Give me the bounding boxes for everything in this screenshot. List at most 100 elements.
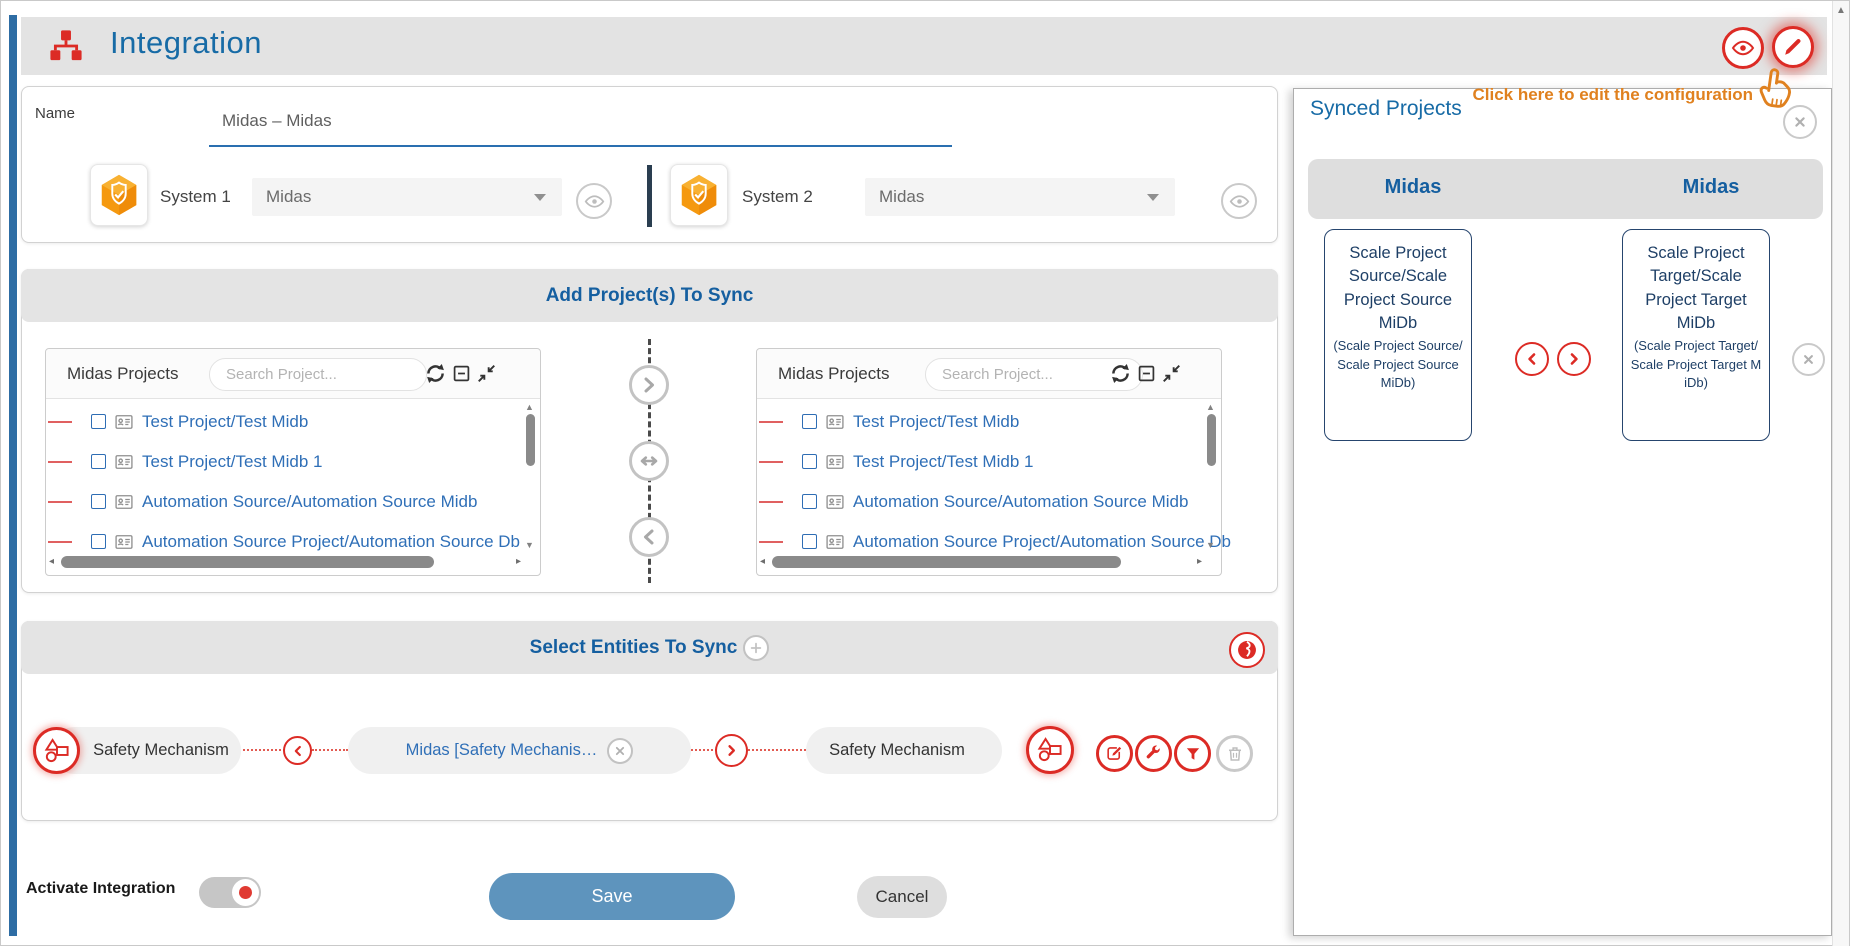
project-list-item[interactable]: Automation Source/Automation Source Midb [757, 482, 1221, 522]
clear-mapping-button[interactable] [607, 738, 633, 764]
name-label: Name [35, 105, 75, 122]
system1-label: System 1 [160, 187, 231, 207]
swap-button[interactable] [629, 441, 669, 481]
scroll-down-icon[interactable]: ▼ [1206, 540, 1215, 550]
project-card-icon [825, 412, 845, 432]
scroll-up-icon[interactable]: ▲ [1836, 5, 1846, 16]
close-icon [1792, 114, 1808, 130]
mapping-connector [691, 749, 717, 751]
chevron-left-icon [638, 526, 660, 548]
project-list-item[interactable]: Test Project/Test Midb [46, 402, 540, 442]
project-checkbox[interactable] [91, 494, 106, 509]
scrollbar-thumb[interactable] [526, 414, 535, 466]
project-checkbox[interactable] [91, 414, 106, 429]
system2-select[interactable]: Midas [865, 178, 1175, 216]
project-checkbox[interactable] [91, 454, 106, 469]
scroll-left-icon[interactable]: ◂ [49, 556, 54, 567]
project-item-label[interactable]: Test Project/Test Midb 1 [853, 452, 1033, 472]
configure-entity-button[interactable] [1135, 735, 1172, 772]
shield-cube-icon [676, 172, 722, 218]
add-entity-button[interactable] [743, 635, 769, 661]
add-projects-header: Add Project(s) To Sync [21, 269, 1278, 322]
scrollbar-thumb[interactable] [1207, 414, 1216, 466]
scroll-up-icon[interactable]: ▲ [1206, 402, 1215, 412]
system1-preview-button[interactable] [576, 183, 612, 219]
move-right-button[interactable] [629, 365, 669, 405]
synced-source-card: Scale Project Source/Scale Project Sourc… [1324, 229, 1472, 441]
scroll-right-icon[interactable]: ▸ [1197, 556, 1202, 567]
project-item-label[interactable]: Test Project/Test Midb 1 [142, 452, 322, 472]
target-projects-listbox: Midas Projects Test Project/Test Midb Te… [756, 348, 1222, 576]
project-item-label[interactable]: Automation Source Project/Automation Sou… [853, 532, 1231, 552]
scroll-left-icon[interactable]: ◂ [760, 556, 765, 567]
project-list-item[interactable]: Test Project/Test Midb [757, 402, 1221, 442]
horizontal-scrollbar[interactable]: ◂ ▸ [760, 554, 1202, 570]
project-checkbox[interactable] [802, 534, 817, 549]
project-checkbox[interactable] [802, 414, 817, 429]
plus-icon [748, 640, 764, 656]
synced-source-name: Scale Project Source/Scale Project Sourc… [1332, 242, 1464, 336]
page-scrollbar[interactable]: ▲ [1832, 1, 1849, 946]
scroll-down-icon[interactable]: ▼ [525, 540, 534, 550]
vertical-scrollbar[interactable]: ▲ ▼ [524, 402, 537, 550]
scrollbar-thumb[interactable] [61, 556, 434, 568]
compress-icon[interactable] [477, 364, 496, 383]
refresh-icon[interactable] [425, 363, 446, 384]
entity-type-icon-right [1026, 726, 1074, 774]
filter-entity-button[interactable] [1174, 735, 1211, 772]
target-projects-toolbar: Midas Projects [757, 349, 1221, 399]
global-mapping-button[interactable] [1229, 632, 1265, 668]
system2-selected-value: Midas [879, 187, 924, 207]
source-project-search-input[interactable] [209, 358, 427, 391]
page-header: Integration [21, 17, 1827, 75]
map-left-button[interactable] [283, 736, 312, 765]
tree-dash [48, 421, 72, 423]
move-left-button[interactable] [629, 517, 669, 557]
cancel-button[interactable]: Cancel [857, 876, 947, 918]
scrollbar-thumb[interactable] [772, 556, 1121, 568]
edit-entity-button[interactable] [1096, 735, 1133, 772]
project-checkbox[interactable] [802, 454, 817, 469]
scroll-right-icon[interactable]: ▸ [516, 556, 521, 567]
project-item-label[interactable]: Automation Source/Automation Source Midb [142, 492, 477, 512]
project-item-label[interactable]: Automation Source/Automation Source Midb [853, 492, 1188, 512]
vertical-scrollbar[interactable]: ▲ ▼ [1205, 402, 1218, 550]
save-button[interactable]: Save [489, 873, 735, 920]
sync-left-button[interactable] [1515, 342, 1549, 376]
project-item-label[interactable]: Test Project/Test Midb [142, 412, 308, 432]
remove-synced-pair-button[interactable] [1792, 343, 1825, 376]
project-list-item[interactable]: Test Project/Test Midb 1 [46, 442, 540, 482]
eye-icon [1229, 191, 1250, 212]
project-checkbox[interactable] [91, 534, 106, 549]
entities-title: Select Entities To Sync [530, 637, 738, 659]
system1-select[interactable]: Midas [252, 178, 562, 216]
name-value[interactable]: Midas – Midas [222, 111, 332, 131]
collapse-all-icon[interactable] [1137, 364, 1156, 383]
project-checkbox[interactable] [802, 494, 817, 509]
activate-integration-toggle[interactable] [199, 877, 261, 908]
compress-icon[interactable] [1162, 364, 1181, 383]
mapping-connector [748, 749, 806, 751]
sync-right-button[interactable] [1557, 342, 1591, 376]
eye-icon [584, 191, 605, 212]
project-item-label[interactable]: Automation Source Project/Automation Sou… [142, 532, 520, 552]
map-right-button[interactable] [715, 734, 748, 767]
delete-entity-button[interactable] [1216, 735, 1253, 772]
tree-dash [759, 541, 783, 543]
project-item-label[interactable]: Test Project/Test Midb [853, 412, 1019, 432]
target-entity-pill[interactable]: Safety Mechanism [806, 727, 1002, 774]
synced-target-subname: (Scale Project Target/Scale Project Targ… [1630, 337, 1762, 394]
mapped-entity-pill[interactable]: Midas [Safety Mechanis… [348, 727, 691, 774]
collapse-all-icon[interactable] [452, 364, 471, 383]
project-list-item[interactable]: Test Project/Test Midb 1 [757, 442, 1221, 482]
system2-preview-button[interactable] [1221, 183, 1257, 219]
scroll-up-icon[interactable]: ▲ [525, 402, 534, 412]
horizontal-scrollbar[interactable]: ◂ ▸ [49, 554, 521, 570]
project-list-item[interactable]: Automation Source/Automation Source Midb [46, 482, 540, 522]
project-card-icon [114, 452, 134, 472]
activate-integration-label: Activate Integration [26, 880, 175, 898]
shield-cube-icon [96, 172, 142, 218]
refresh-icon[interactable] [1110, 363, 1131, 384]
project-card-icon [825, 532, 845, 552]
source-projects-toolbar: Midas Projects [46, 349, 540, 399]
